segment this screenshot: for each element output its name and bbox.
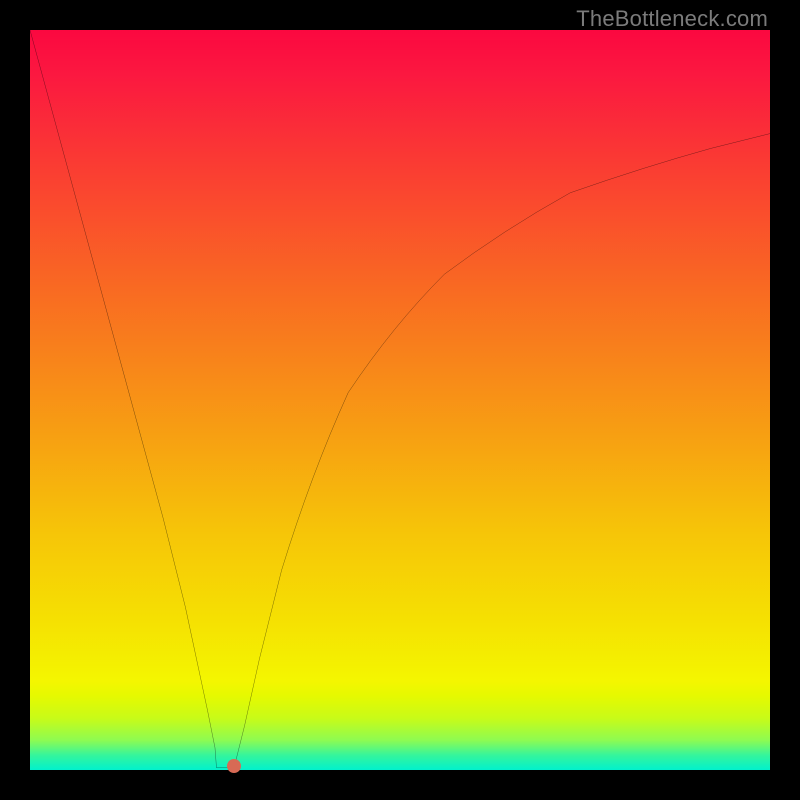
minimum-marker-dot bbox=[227, 759, 241, 773]
watermark-text: TheBottleneck.com bbox=[576, 6, 768, 32]
plot-area bbox=[30, 30, 770, 770]
curve-left-branch bbox=[30, 30, 230, 768]
chart-frame: TheBottleneck.com bbox=[0, 0, 800, 800]
curve-right-branch bbox=[234, 134, 771, 770]
bottleneck-curve bbox=[30, 30, 770, 770]
